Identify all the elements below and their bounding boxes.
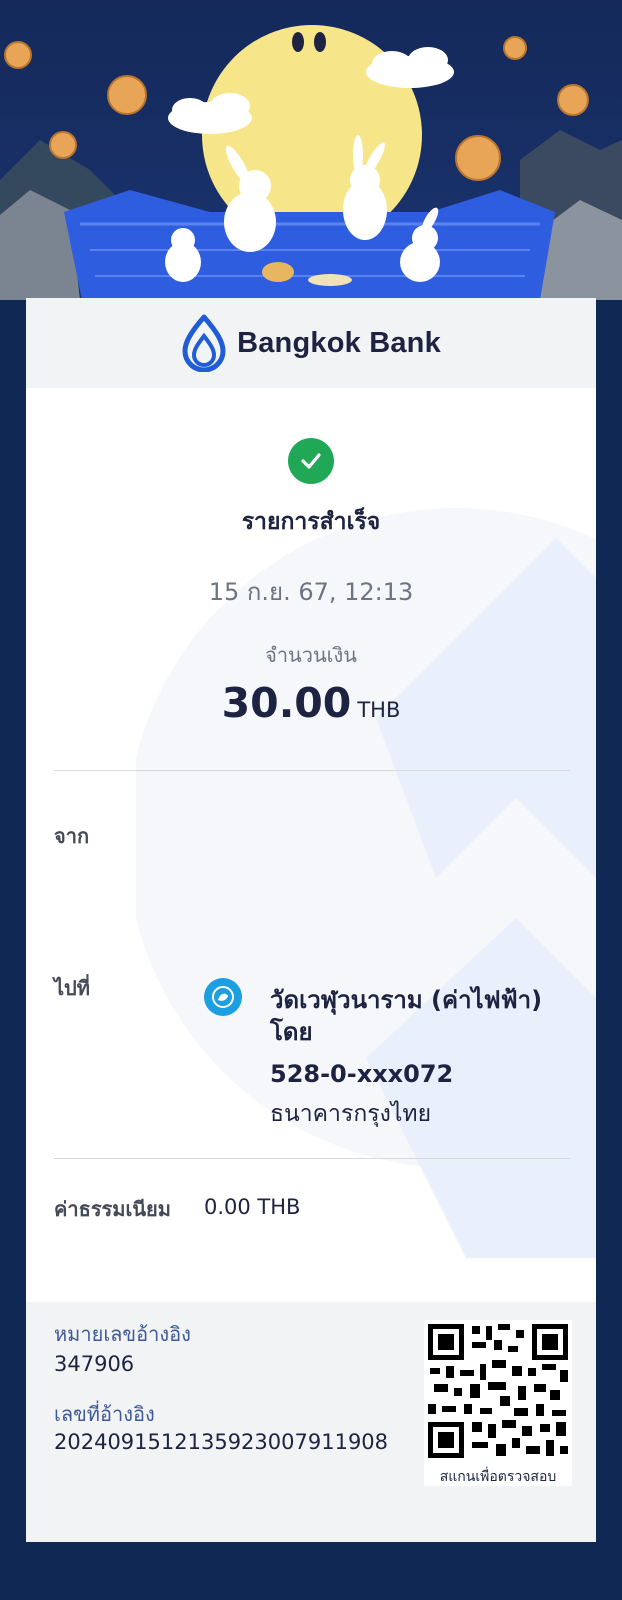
to-label: ไปที่ [54,976,90,1000]
amount-display: 30.00 THB [26,679,596,727]
success-section: รายการสำเร็จ 15 ก.ย. 67, 12:13 จำนวนเงิน… [26,438,596,727]
qr-code-icon [428,1324,568,1458]
recipient-bank: ธนาคารกรุงไทย [270,1101,432,1127]
status-title: รายการสำเร็จ [241,509,381,535]
transaction-datetime: 15 ก.ย. 67, 12:13 [208,578,414,606]
bangkok-bank-logo: Bangkok Bank [181,314,441,372]
fee-label: ค่าธรรมเนียม [54,1197,171,1221]
fee-value: 0.00 THB [204,1195,301,1219]
ktb-bank-logo-icon [204,978,242,1016]
from-label: จาก [54,824,90,848]
festival-banner [0,0,622,300]
divider [54,770,570,771]
ref-number-label: หมายเลขอ้างอิง [54,1322,191,1346]
card-header: Bangkok Bank [26,298,596,388]
verification-qr[interactable]: สแกนเพื่อตรวจสอบ [424,1320,572,1486]
amount-value: 30.00 [221,679,352,727]
qr-caption: สแกนเพื่อตรวจสอบ [439,1469,557,1485]
recipient-account: 528-0-xxx072 [270,1060,454,1088]
success-check-icon [288,438,334,484]
amount-label: จำนวนเงิน [265,643,357,667]
recipient-details: วัดเวฬุวนาราม (ค่าไฟฟ้า) โดย 528-0-xxx07… [270,984,570,1132]
divider [54,1158,570,1159]
transaction-ref-value: 20240915121359230079119​08 [54,1430,389,1454]
bangkok-bank-logo-icon [182,314,226,372]
transaction-ref-label: เลขที่อ้างอิง [54,1402,155,1426]
receipt-card: Bangkok Bank รายการสำเร็จ 15 ก.ย. 67, 12… [26,298,596,1542]
reference-footer: หมายเลขอ้างอิง 347906 เลขที่อ้างอิง 2024… [26,1302,596,1542]
recipient-name: วัดเวฬุวนาราม (ค่าไฟฟ้า) โดย [270,986,543,1046]
amount-currency: THB [357,698,401,722]
brand-name: Bangkok Bank [237,326,441,359]
ref-number-value: 347906 [54,1352,135,1376]
mid-autumn-illustration [0,25,622,300]
